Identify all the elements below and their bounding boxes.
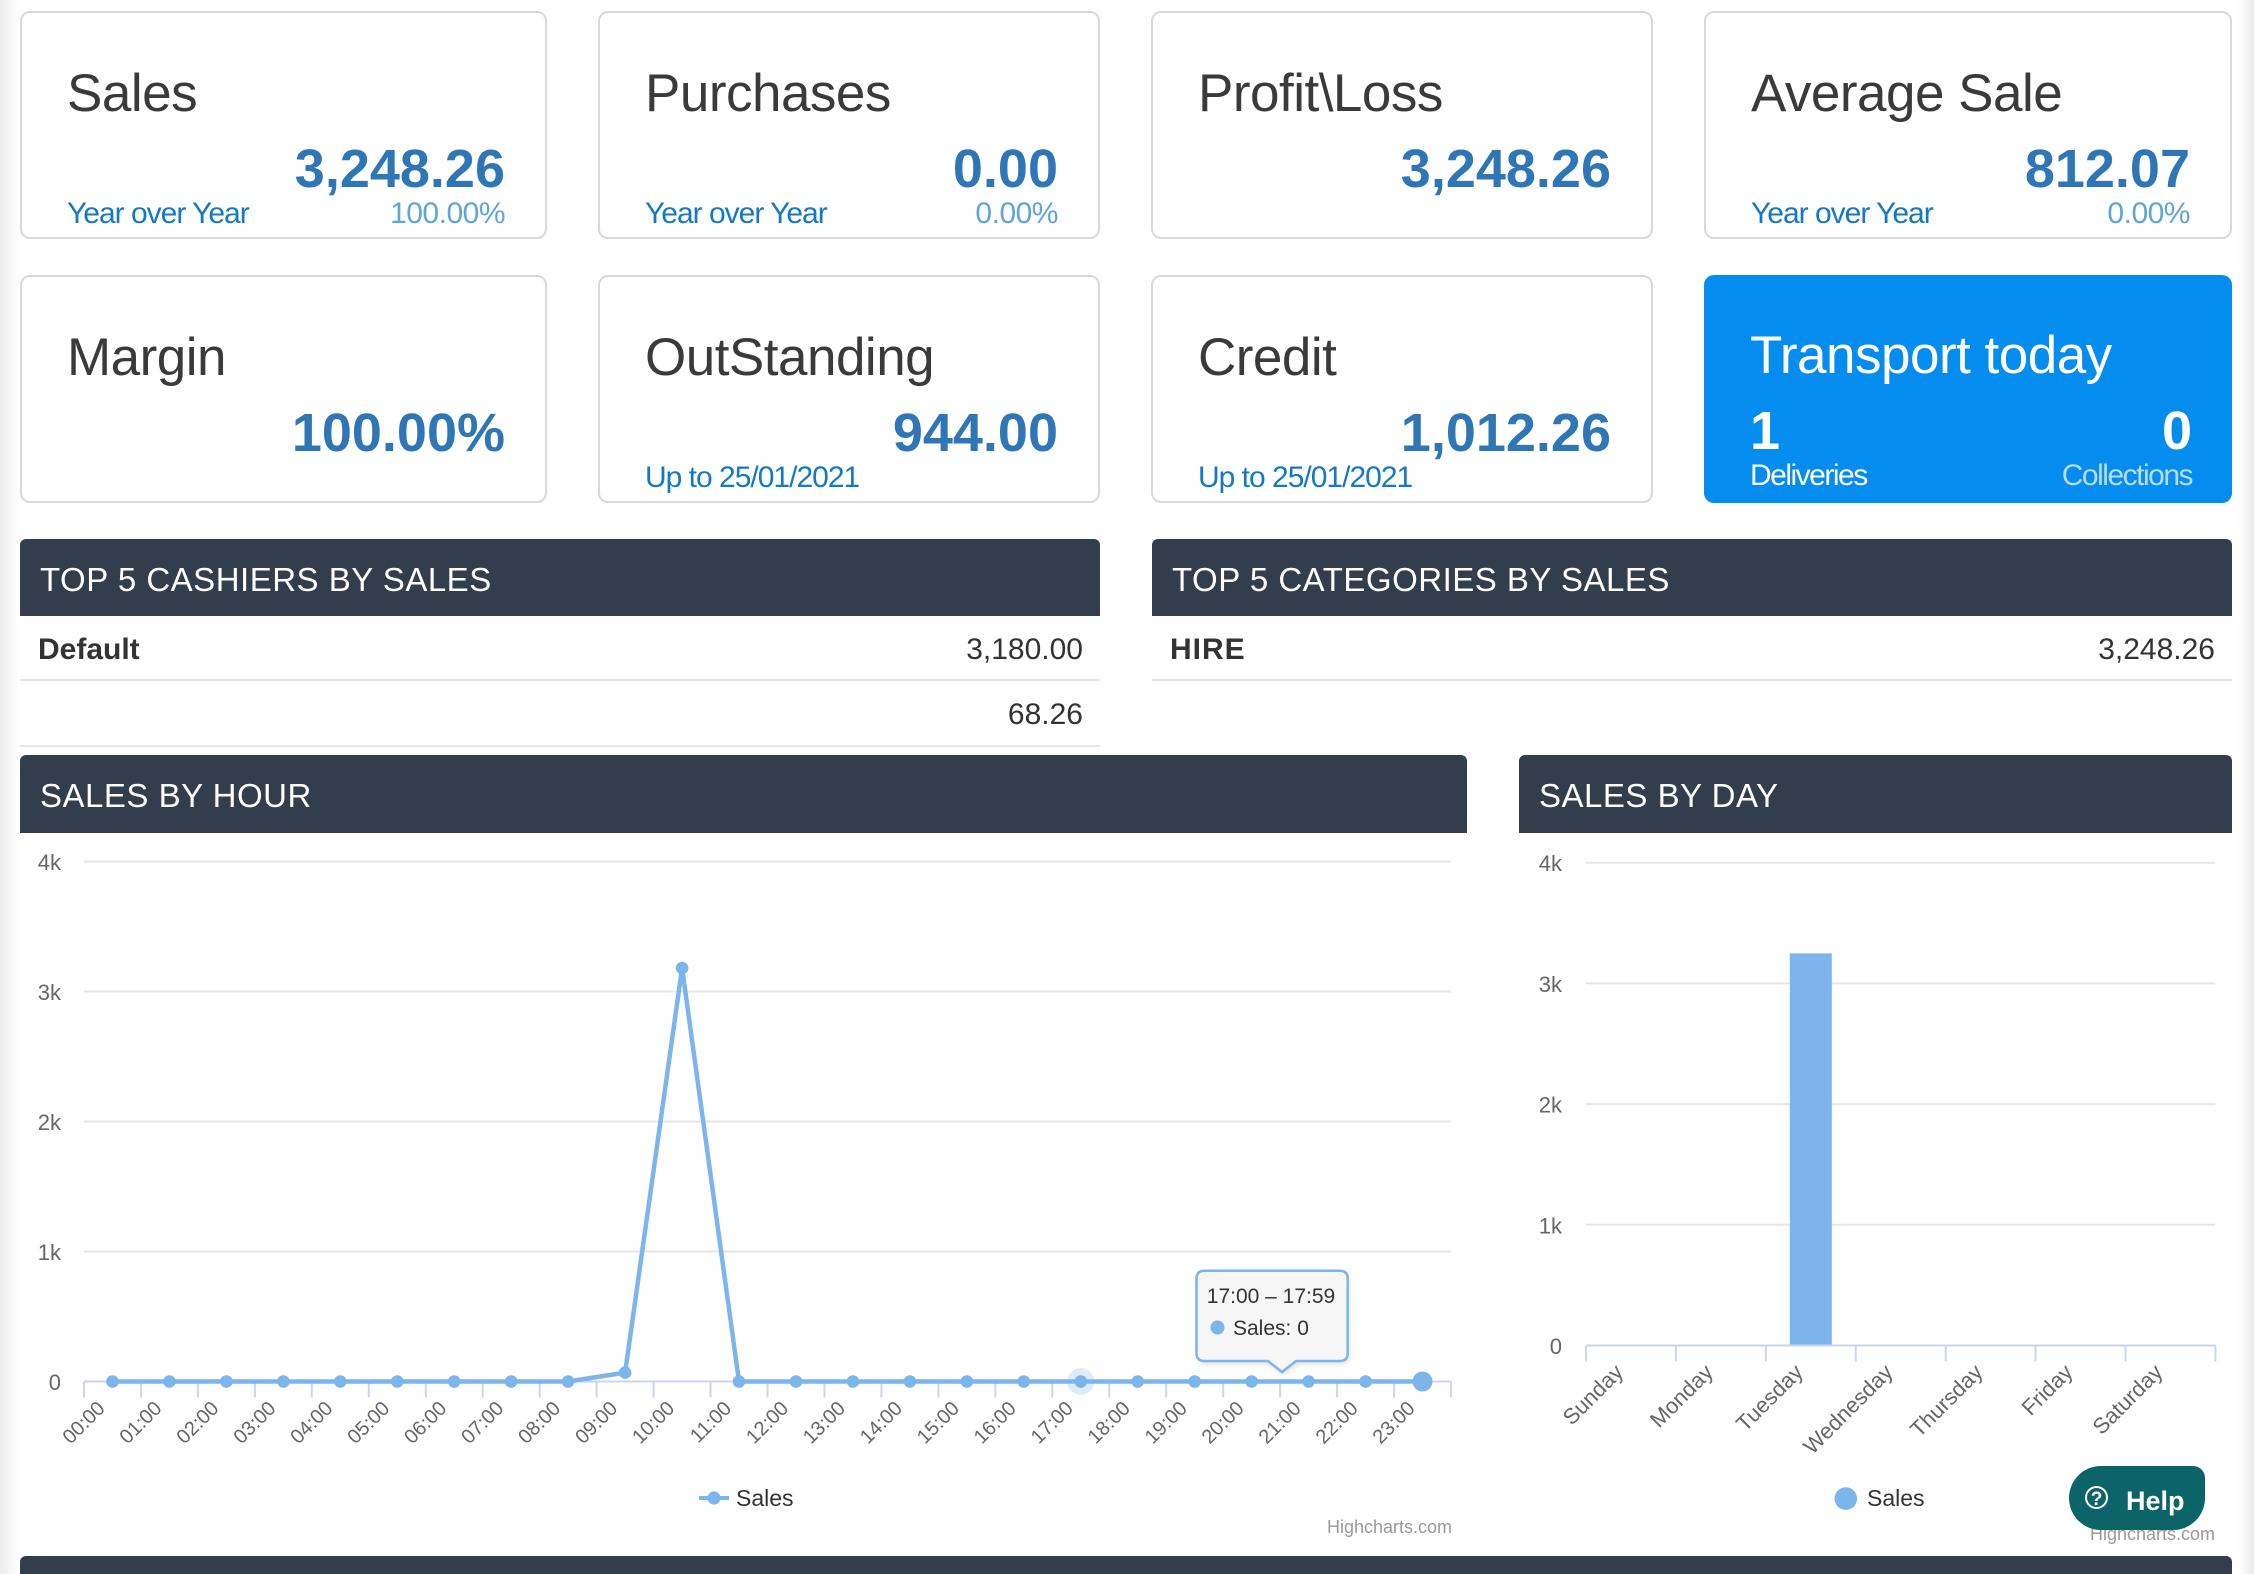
svg-text:04:00: 04:00 xyxy=(286,1397,337,1448)
svg-text:Wednesday: Wednesday xyxy=(1798,1359,1898,1459)
svg-text:3k: 3k xyxy=(38,980,62,1005)
svg-text:18:00: 18:00 xyxy=(1084,1397,1135,1448)
svg-text:20:00: 20:00 xyxy=(1198,1397,1249,1448)
svg-text:Saturday: Saturday xyxy=(2087,1359,2167,1439)
svg-text:Tuesday: Tuesday xyxy=(1731,1359,1808,1436)
svg-text:15:00: 15:00 xyxy=(913,1397,964,1448)
svg-text:19:00: 19:00 xyxy=(1141,1397,1192,1448)
svg-text:2k: 2k xyxy=(1539,1093,1563,1118)
svg-text:17:00: 17:00 xyxy=(1027,1397,1078,1448)
svg-text:Monday: Monday xyxy=(1645,1359,1718,1432)
svg-text:12:00: 12:00 xyxy=(742,1397,793,1448)
svg-text:Sales: Sales xyxy=(736,1485,794,1511)
svg-text:2k: 2k xyxy=(38,1110,62,1135)
svg-text:Highcharts.com: Highcharts.com xyxy=(1327,1517,1452,1537)
svg-text:10:00: 10:00 xyxy=(628,1397,679,1448)
svg-text:1k: 1k xyxy=(1539,1213,1563,1238)
svg-text:13:00: 13:00 xyxy=(799,1397,850,1448)
svg-text:08:00: 08:00 xyxy=(514,1397,565,1448)
svg-text:3k: 3k xyxy=(1539,972,1563,997)
svg-text:09:00: 09:00 xyxy=(571,1397,622,1448)
svg-text:Sales: Sales xyxy=(1867,1485,1925,1511)
svg-text:Friday: Friday xyxy=(2017,1359,2078,1420)
svg-text:17:00 – 17:59: 17:00 – 17:59 xyxy=(1207,1285,1335,1308)
svg-text:07:00: 07:00 xyxy=(457,1397,508,1448)
svg-text:16:00: 16:00 xyxy=(970,1397,1021,1448)
svg-text:0: 0 xyxy=(1550,1334,1562,1359)
svg-text:05:00: 05:00 xyxy=(343,1397,394,1448)
svg-text:4k: 4k xyxy=(1539,851,1563,876)
svg-text:02:00: 02:00 xyxy=(172,1397,223,1448)
svg-text:11:00: 11:00 xyxy=(686,1397,736,1447)
svg-text:22:00: 22:00 xyxy=(1312,1397,1363,1448)
svg-text:Sales: 0: Sales: 0 xyxy=(1233,1317,1309,1340)
svg-text:4k: 4k xyxy=(38,850,62,875)
svg-text:06:00: 06:00 xyxy=(400,1397,451,1448)
svg-text:Sunday: Sunday xyxy=(1558,1359,1628,1429)
svg-text:Thursday: Thursday xyxy=(1905,1359,1988,1442)
svg-text:0: 0 xyxy=(49,1370,61,1395)
svg-text:23:00: 23:00 xyxy=(1369,1397,1420,1448)
svg-text:03:00: 03:00 xyxy=(229,1397,280,1448)
svg-text:21:00: 21:00 xyxy=(1255,1397,1306,1448)
svg-text:14:00: 14:00 xyxy=(856,1397,907,1448)
svg-text:00:00: 00:00 xyxy=(59,1397,110,1448)
svg-text:01:00: 01:00 xyxy=(115,1397,166,1448)
svg-text:1k: 1k xyxy=(38,1240,62,1265)
